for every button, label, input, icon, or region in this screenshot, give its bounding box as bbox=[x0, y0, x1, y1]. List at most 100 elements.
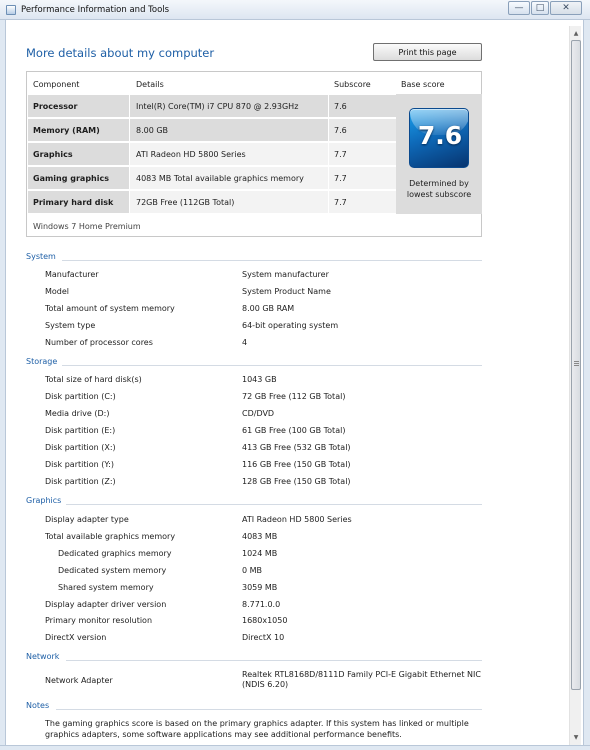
scroll-up-arrow-icon[interactable]: ▲ bbox=[570, 27, 582, 39]
vertical-scrollbar[interactable]: ▲ ▼ bbox=[569, 26, 581, 745]
component-details: ATI Radeon HD 5800 Series bbox=[136, 150, 246, 159]
detail-value: 1024 MB bbox=[242, 549, 278, 558]
header-component: Component bbox=[33, 80, 80, 89]
detail-label: DirectX version bbox=[45, 633, 107, 642]
detail-label: Network Adapter bbox=[45, 676, 113, 685]
base-score-note: Determined by lowest subscore bbox=[406, 179, 472, 199]
score-table: Component Details Subscore Base score Pr… bbox=[26, 71, 482, 237]
grip-icon bbox=[574, 363, 579, 364]
component-details: 8.00 GB bbox=[136, 126, 169, 135]
detail-value: 128 GB Free (150 GB Total) bbox=[242, 477, 351, 486]
column-divider bbox=[129, 119, 130, 141]
detail-value: 72 GB Free (112 GB Total) bbox=[242, 392, 346, 401]
notes-text-line: graphics adapters, some software applica… bbox=[45, 730, 402, 739]
section-title-notes: Notes bbox=[26, 701, 50, 710]
detail-label: Shared system memory bbox=[58, 583, 154, 592]
detail-value: 0 MB bbox=[242, 566, 263, 575]
maximize-button[interactable]: □ bbox=[531, 1, 549, 15]
detail-value: 413 GB Free (532 GB Total) bbox=[242, 443, 351, 452]
detail-value: System Product Name bbox=[242, 287, 331, 296]
title-bar: Performance Information and Tools — □ ✕ bbox=[0, 0, 590, 20]
section-title-graphics: Graphics bbox=[26, 496, 62, 505]
detail-label: Display adapter type bbox=[45, 515, 129, 524]
base-score-badge-icon: 7.6 bbox=[409, 108, 469, 168]
column-divider bbox=[328, 167, 329, 189]
detail-label: Number of processor cores bbox=[45, 338, 153, 347]
column-divider bbox=[328, 95, 329, 117]
detail-label: Dedicated graphics memory bbox=[58, 549, 172, 558]
detail-value: 8.771.0.0 bbox=[242, 600, 281, 609]
base-score-box: 7.6 Determined by lowest subscore bbox=[396, 94, 482, 214]
detail-value: 64-bit operating system bbox=[242, 321, 339, 330]
score-row-gaming-graphics: Gaming graphics 4083 MB Total available … bbox=[28, 167, 396, 189]
detail-label: Manufacturer bbox=[45, 270, 99, 279]
column-divider bbox=[328, 143, 329, 165]
detail-value: 8.00 GB RAM bbox=[242, 304, 295, 313]
column-divider bbox=[129, 95, 130, 117]
column-divider bbox=[129, 191, 130, 213]
window-frame-left bbox=[0, 20, 6, 750]
column-divider bbox=[328, 119, 329, 141]
detail-value: 116 GB Free (150 GB Total) bbox=[242, 460, 351, 469]
detail-label: Total amount of system memory bbox=[45, 304, 175, 313]
component-name: Memory (RAM) bbox=[33, 126, 100, 135]
detail-label: Total available graphics memory bbox=[45, 532, 176, 541]
score-row-graphics: Graphics ATI Radeon HD 5800 Series 7.7 bbox=[28, 143, 396, 165]
component-name: Graphics bbox=[33, 150, 73, 159]
section-divider bbox=[62, 365, 482, 366]
close-button[interactable]: ✕ bbox=[550, 1, 582, 15]
column-divider bbox=[129, 167, 130, 189]
component-name: Gaming graphics bbox=[33, 174, 109, 183]
minimize-button[interactable]: — bbox=[508, 1, 530, 15]
score-row-processor: Processor Intel(R) Core(TM) i7 CPU 870 @… bbox=[28, 95, 396, 117]
detail-label: Disk partition (E:) bbox=[45, 426, 116, 435]
grip-icon bbox=[574, 361, 579, 362]
component-subscore: 7.6 bbox=[334, 102, 347, 111]
detail-label: Primary monitor resolution bbox=[45, 616, 153, 625]
scroll-down-arrow-icon[interactable]: ▼ bbox=[570, 731, 582, 743]
window-frame-bottom bbox=[0, 745, 590, 750]
component-subscore: 7.7 bbox=[334, 198, 347, 207]
header-base-score: Base score bbox=[401, 80, 445, 89]
app-window-icon bbox=[6, 5, 16, 15]
score-row-memory: Memory (RAM) 8.00 GB 7.6 bbox=[28, 119, 396, 141]
header-details: Details bbox=[136, 80, 164, 89]
window-title: Performance Information and Tools bbox=[21, 5, 170, 15]
detail-value: Realtek RTL8168D/8111D Family PCI-E Giga… bbox=[242, 670, 481, 689]
detail-value: 61 GB Free (100 GB Total) bbox=[242, 426, 346, 435]
detail-label: Dedicated system memory bbox=[58, 566, 167, 575]
detail-label: Disk partition (Z:) bbox=[45, 477, 116, 486]
section-divider bbox=[62, 260, 482, 261]
section-divider bbox=[66, 660, 482, 661]
detail-label: Disk partition (X:) bbox=[45, 443, 116, 452]
print-page-button[interactable]: Print this page bbox=[373, 43, 482, 61]
component-subscore: 7.6 bbox=[334, 126, 347, 135]
section-divider bbox=[56, 709, 482, 710]
section-divider bbox=[66, 504, 482, 505]
component-details: 72GB Free (112GB Total) bbox=[136, 198, 235, 207]
grip-icon bbox=[574, 365, 579, 366]
detail-value: DirectX 10 bbox=[242, 633, 285, 642]
notes-text-line: The gaming graphics score is based on th… bbox=[45, 719, 469, 728]
detail-label: Disk partition (Y:) bbox=[45, 460, 114, 469]
component-name: Primary hard disk bbox=[33, 198, 114, 207]
window-frame-right bbox=[583, 20, 590, 750]
detail-value: 4 bbox=[242, 338, 248, 347]
section-title-storage: Storage bbox=[26, 357, 58, 366]
detail-value: 3059 MB bbox=[242, 583, 278, 592]
section-title-system: System bbox=[26, 252, 56, 261]
column-divider bbox=[129, 143, 130, 165]
component-details: Intel(R) Core(TM) i7 CPU 870 @ 2.93GHz bbox=[136, 102, 299, 111]
page-title: More details about my computer bbox=[26, 46, 215, 60]
detail-label: Media drive (D:) bbox=[45, 409, 110, 418]
detail-value: 4083 MB bbox=[242, 532, 278, 541]
header-subscore: Subscore bbox=[334, 80, 371, 89]
base-score-value: 7.6 bbox=[417, 121, 463, 150]
column-divider bbox=[328, 191, 329, 213]
score-row-hard-disk: Primary hard disk 72GB Free (112GB Total… bbox=[28, 191, 396, 213]
os-edition: Windows 7 Home Premium bbox=[33, 222, 141, 231]
scroll-thumb[interactable] bbox=[571, 40, 581, 690]
component-name: Processor bbox=[33, 102, 78, 111]
detail-value: ATI Radeon HD 5800 Series bbox=[242, 515, 352, 524]
detail-label: Total size of hard disk(s) bbox=[45, 375, 142, 384]
